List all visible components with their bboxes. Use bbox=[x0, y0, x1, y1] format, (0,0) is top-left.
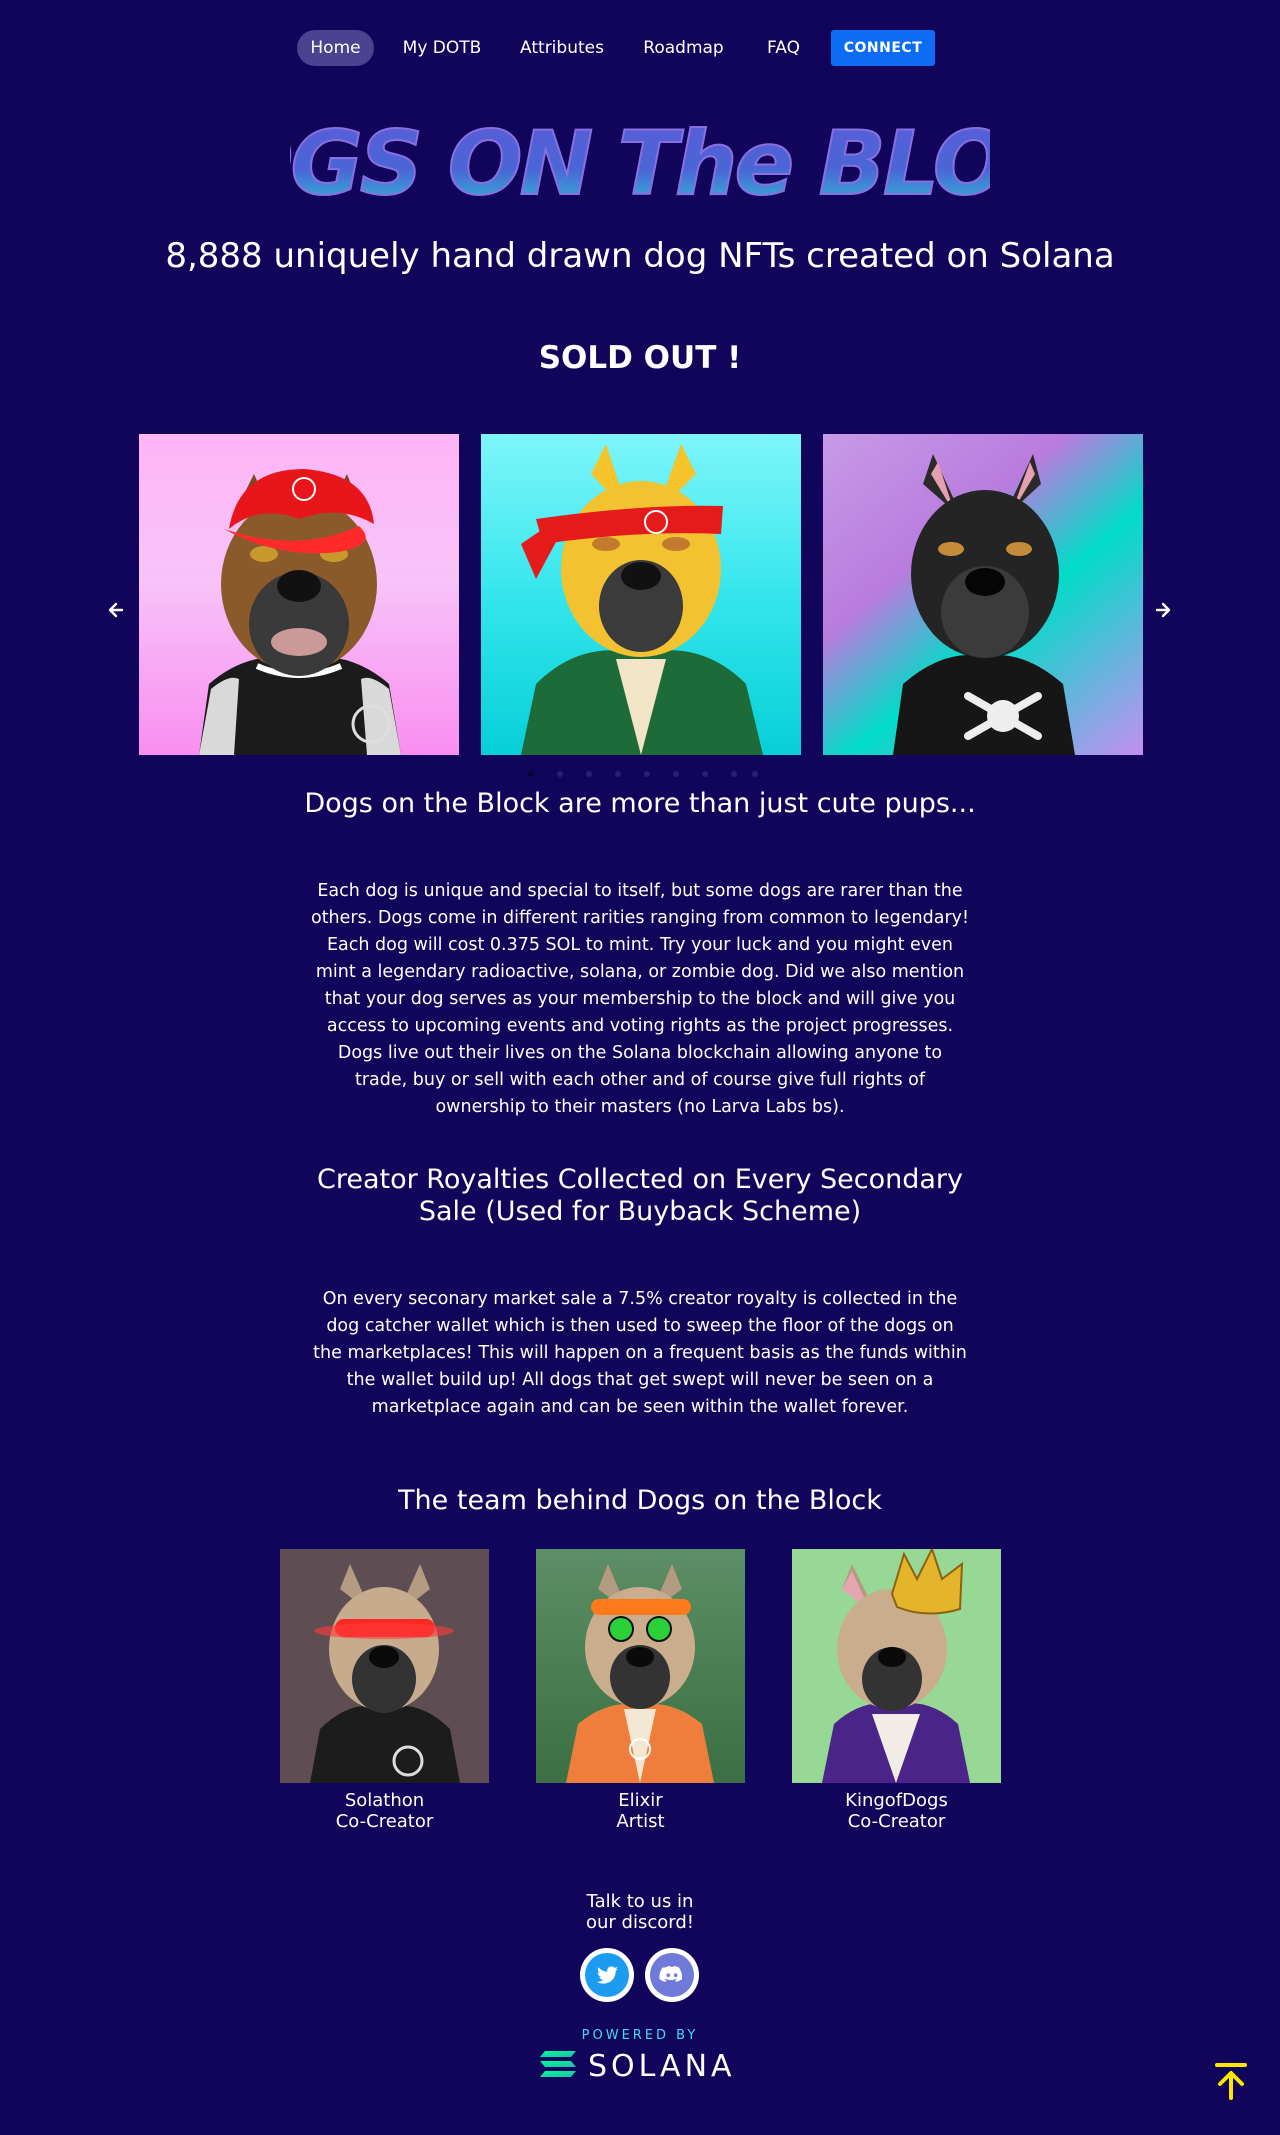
nav-my-dotb[interactable]: My DOTB bbox=[398, 30, 486, 66]
about-heading: Dogs on the Block are more than just cut… bbox=[304, 788, 976, 819]
discord-callout: Talk to us in our discord! bbox=[0, 1891, 1280, 1933]
solana-logo: SOLANA bbox=[540, 2048, 740, 2082]
talk-line1: Talk to us in bbox=[586, 1891, 694, 1912]
team-member-3: KingofDogs Co-Creator bbox=[792, 1790, 1001, 1832]
about-text: Each dog is unique and special to itself… bbox=[310, 881, 970, 1117]
sold-out-status: SOLD OUT ! bbox=[538, 340, 742, 376]
connect-wallet-button[interactable]: CONNECT bbox=[831, 30, 935, 66]
nav-faq[interactable]: FAQ bbox=[759, 30, 808, 66]
member-role: Artist bbox=[616, 1811, 665, 1832]
nav-roadmap[interactable]: Roadmap bbox=[640, 30, 727, 66]
team-heading: The team behind Dogs on the Block bbox=[398, 1485, 882, 1516]
carousel-dot[interactable] bbox=[644, 771, 650, 777]
team-photo-kingofdogs bbox=[792, 1549, 1001, 1783]
member-name: KingofDogs bbox=[845, 1790, 948, 1811]
carousel-pagination bbox=[528, 771, 758, 779]
royalties-heading-line2: Sale (Used for Buyback Scheme) bbox=[418, 1196, 862, 1227]
royalties-heading-line1: Creator Royalties Collected on Every Sec… bbox=[316, 1164, 963, 1195]
carousel-dot[interactable] bbox=[752, 771, 758, 777]
member-name: Solathon bbox=[344, 1790, 425, 1811]
carousel-dot[interactable] bbox=[528, 771, 534, 777]
team-member-2: Elixir Artist bbox=[536, 1790, 745, 1832]
carousel-slide-dog-red-cap[interactable] bbox=[139, 434, 459, 755]
powered-by-label: POWERED BY bbox=[581, 2028, 699, 2043]
carousel-dot[interactable] bbox=[615, 771, 621, 777]
arrow-right-icon[interactable] bbox=[1151, 598, 1175, 622]
member-role: Co-Creator bbox=[335, 1811, 434, 1832]
twitter-icon[interactable] bbox=[580, 1948, 634, 2002]
team-photo-elixir bbox=[536, 1549, 745, 1783]
nav-home[interactable]: Home bbox=[297, 30, 374, 66]
royalties-heading: Creator Royalties Collected on Every Sec… bbox=[0, 1164, 1280, 1228]
team-member-1: Solathon Co-Creator bbox=[280, 1790, 489, 1832]
member-role: Co-Creator bbox=[847, 1811, 946, 1832]
carousel-dot[interactable] bbox=[586, 771, 592, 777]
carousel-dot[interactable] bbox=[702, 771, 708, 777]
logo-text: DOGS ON The BLOCK bbox=[290, 112, 990, 215]
top-navigation: Home My DOTB Attributes Roadmap FAQ CONN… bbox=[0, 30, 1280, 66]
carousel-slide-dog-skull-shirt[interactable] bbox=[823, 434, 1143, 755]
member-name: Elixir bbox=[618, 1790, 663, 1811]
solana-wordmark: SOLANA bbox=[588, 2049, 736, 2082]
arrow-left-icon[interactable] bbox=[104, 598, 128, 622]
team-photo-solathon bbox=[280, 1549, 489, 1783]
carousel-slide-dog-bandana[interactable] bbox=[481, 434, 801, 755]
carousel-dot[interactable] bbox=[557, 771, 563, 777]
talk-line2: our discord! bbox=[586, 1912, 694, 1933]
nav-attributes[interactable]: Attributes bbox=[516, 30, 608, 66]
site-logo: DOGS ON The BLOCK bbox=[290, 108, 990, 226]
solana-mark-icon bbox=[540, 2051, 576, 2077]
arrow-up-to-top-icon[interactable] bbox=[1214, 2062, 1248, 2100]
discord-icon[interactable] bbox=[645, 1948, 699, 2002]
carousel-dot[interactable] bbox=[673, 771, 679, 777]
carousel-dot[interactable] bbox=[731, 771, 737, 777]
royalties-text: On every seconary market sale a 7.5% cre… bbox=[313, 1289, 967, 1417]
hero-tagline: 8,888 uniquely hand drawn dog NFTs creat… bbox=[165, 236, 1115, 276]
